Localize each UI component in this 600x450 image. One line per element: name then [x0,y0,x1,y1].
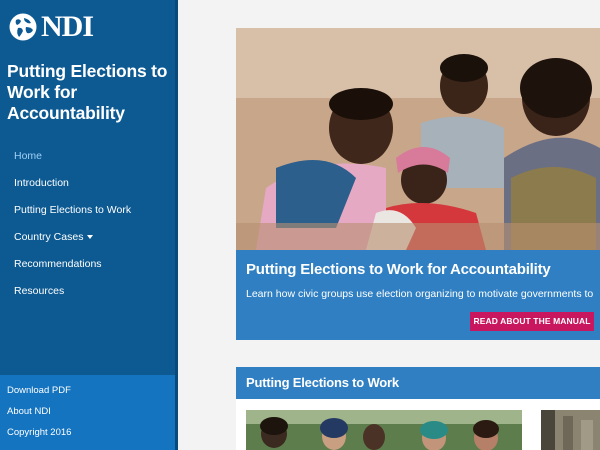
download-pdf-link[interactable]: Download PDF [7,385,71,396]
hero-title: Putting Elections to Work for Accountabi… [246,261,551,278]
globe-icon [9,13,37,41]
ndi-logo[interactable]: NDI [8,10,94,43]
hero-banner: Putting Elections to Work for Accountabi… [236,28,600,340]
caret-down-icon [87,235,94,240]
nav-item-putting-elections-to-work[interactable]: Putting Elections to Work [0,200,175,227]
site-title[interactable]: Putting Elections to Work for Accountabi… [7,61,172,124]
section-photo-secondary[interactable] [541,410,600,450]
hero-photo [236,28,600,250]
hero-description: Learn how civic groups use election orga… [246,288,594,300]
sidebar: NDI Putting Elections to Work for Accoun… [0,0,178,450]
nav-item-country-cases[interactable]: Country Cases [0,227,175,254]
nav-item-country-cases-label: Country Cases [14,231,84,243]
main-nav: Home Introduction Putting Elections to W… [0,146,175,308]
nav-item-resources[interactable]: Resources [0,281,175,308]
section-photo[interactable] [246,410,522,450]
nav-item-home[interactable]: Home [0,146,175,173]
nav-item-introduction[interactable]: Introduction [0,173,175,200]
about-ndi-link[interactable]: About NDI [7,406,51,417]
copyright-text: Copyright 2016 [7,427,72,438]
sidebar-footer: Download PDF About NDI Copyright 2016 [0,375,175,450]
logo-wordmark: NDI [41,10,94,43]
sidebar-edge [175,0,178,450]
section-title: Putting Elections to Work [246,375,399,390]
read-about-manual-button[interactable]: READ ABOUT THE MANUAL [470,312,594,331]
section-header: Putting Elections to Work [236,367,600,399]
nav-item-recommendations[interactable]: Recommendations [0,254,175,281]
